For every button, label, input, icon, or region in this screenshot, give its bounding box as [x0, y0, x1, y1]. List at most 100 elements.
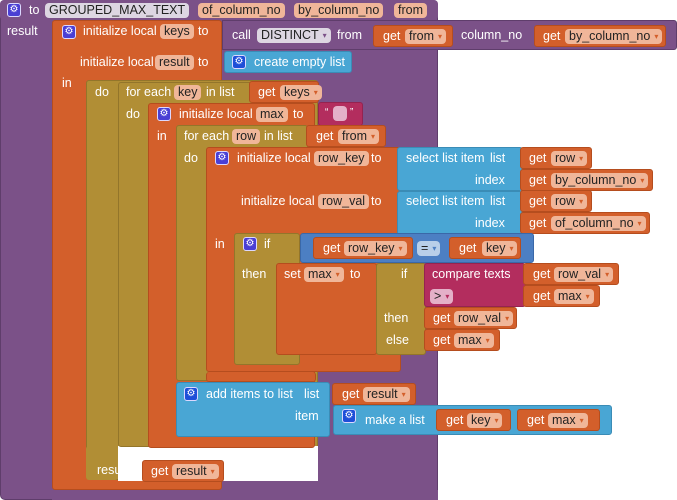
then-label: then: [242, 267, 267, 281]
distinct-function-dropdown[interactable]: DISTINCT: [257, 28, 331, 43]
get-row-val-dropdown[interactable]: row_val: [454, 311, 514, 326]
final-result-label: result: [97, 463, 128, 477]
init-row-val-var-field[interactable]: row_val: [318, 194, 370, 209]
empty-text-field[interactable]: [333, 106, 347, 121]
in-label: in: [62, 76, 72, 90]
for-each-row-var-field[interactable]: row: [232, 129, 261, 144]
get-label: get: [258, 85, 276, 99]
procedure-result-label: result: [7, 24, 38, 38]
get-result-dropdown[interactable]: result: [363, 387, 410, 402]
get-key-dropdown[interactable]: key: [482, 241, 518, 256]
init-max-gear-icon[interactable]: ⚙: [157, 107, 171, 121]
get-label: get: [316, 129, 334, 143]
init-max-label: initialize local: [179, 107, 253, 121]
param-by-column-no[interactable]: by_column_no: [294, 3, 384, 18]
column-no-label: column_no: [461, 28, 523, 42]
get-label: get: [543, 29, 561, 43]
get-label: get: [459, 241, 477, 255]
for-each-label: for each: [126, 85, 172, 99]
get-by-column-no-dropdown[interactable]: by_column_no: [565, 29, 663, 44]
in-list-label: in list: [206, 85, 235, 99]
get-of-column-no-dropdown[interactable]: of_column_no: [551, 216, 646, 231]
list-label: list: [490, 151, 506, 165]
do-label: do: [184, 151, 198, 165]
index-label: index: [475, 173, 505, 187]
init-max-var-field[interactable]: max: [256, 107, 288, 122]
inline-else-label: else: [386, 333, 409, 347]
add-items-gear-icon[interactable]: ⚙: [184, 387, 198, 401]
get-label: get: [433, 333, 451, 347]
get-max-dropdown[interactable]: max: [548, 413, 588, 428]
if-gear-icon[interactable]: ⚙: [243, 237, 257, 251]
init-keys-var-field[interactable]: keys: [160, 24, 194, 39]
get-label: get: [323, 241, 341, 255]
get-label: get: [533, 267, 551, 281]
get-key-dropdown[interactable]: key: [467, 413, 503, 428]
init-result-label: initialize local: [80, 55, 154, 69]
init-keys-label: initialize local: [83, 24, 157, 38]
if-label: if: [264, 237, 271, 251]
get-row-dropdown[interactable]: row: [551, 151, 588, 166]
init-row-key-var-field[interactable]: row_key: [314, 151, 369, 166]
get-from-dropdown[interactable]: from: [338, 129, 380, 144]
make-list-gear-icon[interactable]: ⚙: [342, 409, 356, 423]
procedure-to-label: to: [29, 3, 40, 17]
get-label: get: [446, 413, 464, 427]
add-items-list-label: list: [304, 387, 320, 401]
in-label: in: [157, 129, 167, 143]
in-list-label: in list: [264, 129, 293, 143]
create-empty-list-label: create empty list: [254, 55, 346, 69]
param-from[interactable]: from: [394, 3, 427, 18]
get-label: get: [527, 413, 545, 427]
create-list-gear-icon[interactable]: ⚙: [232, 55, 246, 69]
param-of-column-no[interactable]: of_column_no: [198, 3, 285, 18]
index-label: index: [475, 216, 505, 230]
init-row-val-to-label: to: [371, 194, 382, 208]
inline-then-label: then: [384, 311, 409, 325]
get-label: get: [529, 194, 547, 208]
get-label: get: [529, 151, 547, 165]
init-row-key-label: initialize local: [237, 151, 311, 165]
get-keys-dropdown[interactable]: keys: [280, 85, 322, 100]
compare-texts-label: compare texts: [432, 267, 511, 281]
quote-open: “: [325, 107, 329, 118]
compare-operator-dropdown[interactable]: >: [430, 289, 454, 304]
set-label: set: [284, 267, 301, 281]
quote-close: ”: [350, 107, 354, 118]
do-label: do: [95, 85, 109, 99]
equals-operator-dropdown[interactable]: =: [417, 241, 441, 256]
list-label: list: [490, 194, 506, 208]
distinct-from-label: from: [337, 28, 362, 42]
set-to-label: to: [350, 267, 361, 281]
get-from-dropdown[interactable]: from: [405, 29, 447, 44]
make-a-list-label: make a list: [365, 413, 425, 427]
get-max-dropdown[interactable]: max: [454, 333, 494, 348]
for-each-label: for each: [184, 129, 230, 143]
get-by-column-no-dropdown[interactable]: by_column_no: [551, 173, 649, 188]
get-label: get: [433, 311, 451, 325]
init-keys-gear-icon[interactable]: ⚙: [62, 25, 76, 39]
select-list-item-label: select list item: [406, 151, 485, 165]
init-result-var-field[interactable]: result: [155, 55, 194, 70]
do-label: do: [126, 107, 140, 121]
get-row-val-dropdown[interactable]: row_val: [554, 267, 614, 282]
init-max-to-label: to: [293, 107, 304, 121]
procedure-name-field[interactable]: GROUPED_MAX_TEXT: [45, 3, 190, 18]
get-max-dropdown[interactable]: max: [554, 289, 594, 304]
add-items-label: add items to list: [206, 387, 293, 401]
get-row-key-dropdown[interactable]: row_key: [344, 241, 407, 256]
get-label: get: [383, 29, 401, 43]
get-result-dropdown[interactable]: result: [172, 464, 219, 479]
procedure-gear-icon[interactable]: ⚙: [7, 3, 21, 17]
inline-if-label: if: [401, 267, 408, 281]
get-row-dropdown[interactable]: row: [551, 194, 588, 209]
call-label: call: [232, 28, 251, 42]
get-label: get: [342, 387, 360, 401]
init-row-key-to-label: to: [371, 151, 382, 165]
for-each-key-var-field[interactable]: key: [174, 85, 202, 100]
init-result-to-label: to: [198, 55, 209, 69]
set-max-dropdown[interactable]: max: [304, 267, 344, 282]
init-row-key-gear-icon[interactable]: ⚙: [215, 151, 229, 165]
get-label: get: [533, 289, 551, 303]
get-label: get: [529, 216, 547, 230]
